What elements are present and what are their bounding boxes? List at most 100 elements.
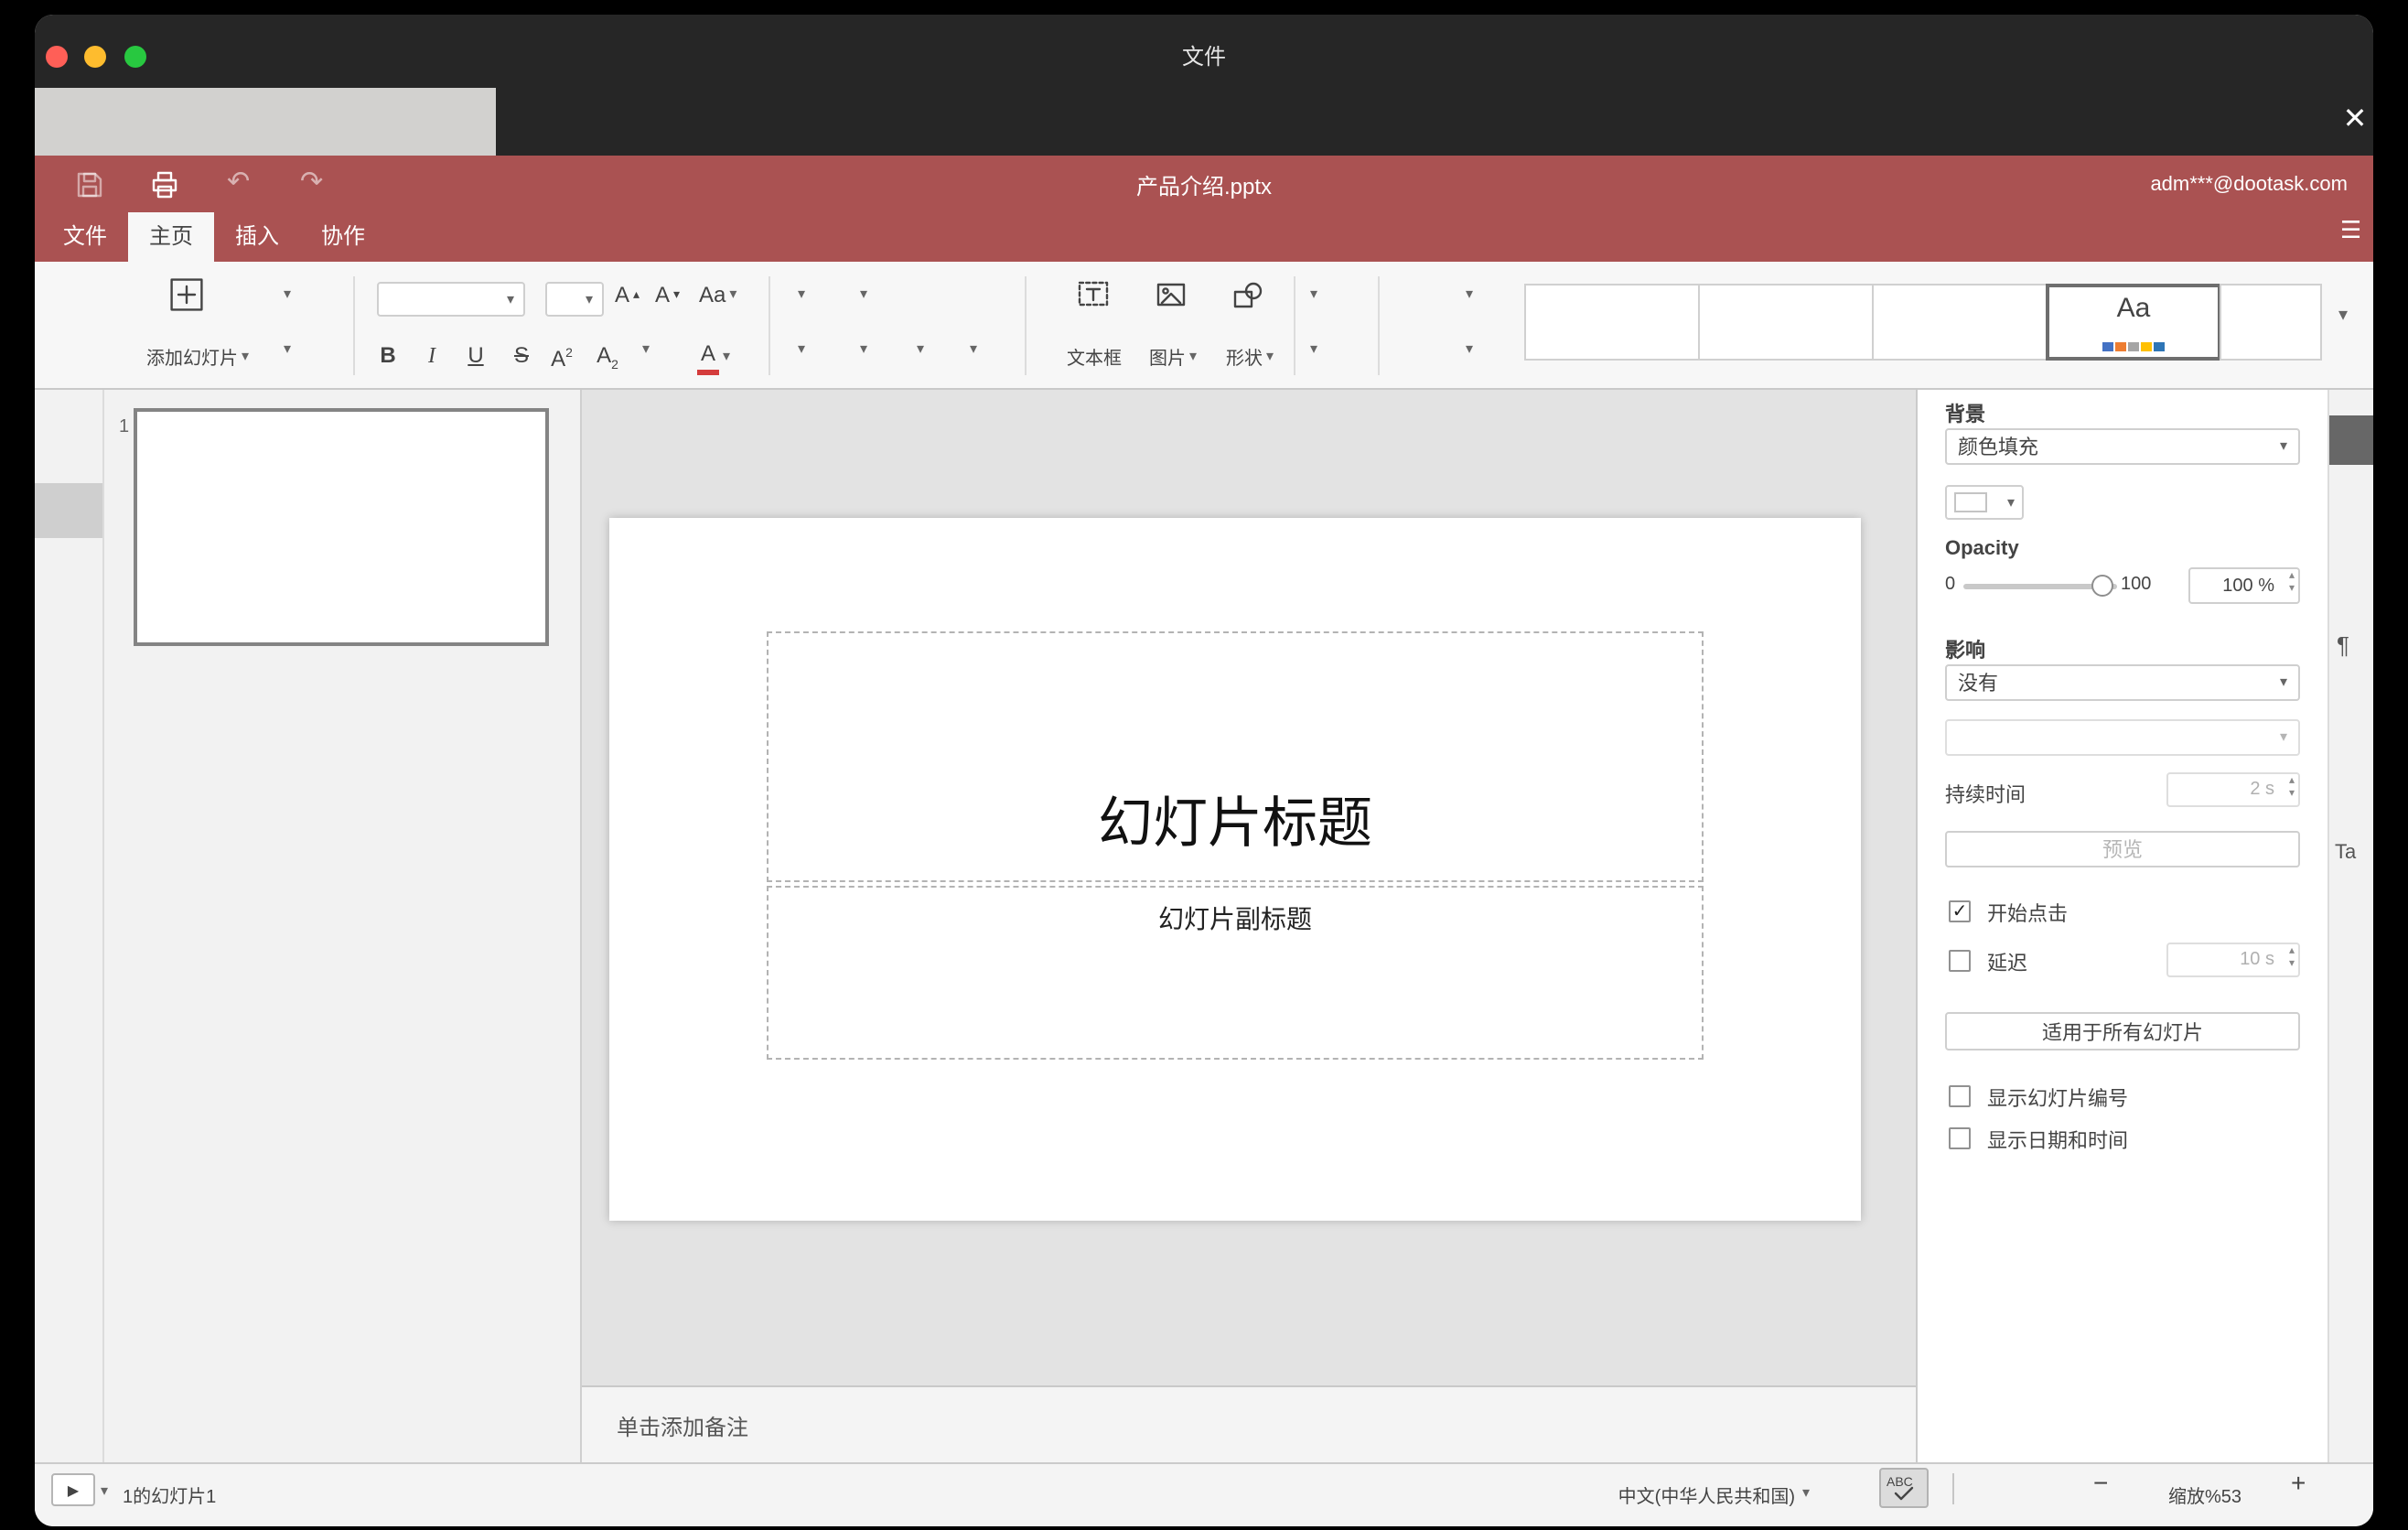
opacity-min-label: 0	[1945, 575, 1956, 595]
slide-thumbnail[interactable]	[134, 408, 549, 646]
color-swatch	[1954, 492, 1987, 512]
theme-color-swatch	[2153, 342, 2164, 351]
tab-collaboration[interactable]: 协作	[300, 212, 386, 262]
delay-checkbox[interactable]	[1949, 950, 1971, 972]
tab-insert[interactable]: 插入	[214, 212, 300, 262]
background-label: 背景	[1945, 404, 1985, 426]
tab-home[interactable]: 主页	[128, 212, 214, 262]
theme-preview[interactable]	[1872, 284, 2048, 361]
spinner-down-icon[interactable]: ▾	[2289, 959, 2295, 972]
opacity-slider-knob[interactable]	[2091, 575, 2113, 597]
font-color-button[interactable]: A ▾	[697, 337, 730, 375]
chevron-down-icon: ▾	[642, 340, 650, 357]
add-slide-button[interactable]	[168, 276, 205, 313]
chevron-down-icon: ▾	[1310, 340, 1318, 357]
columns-button[interactable]: ▾	[966, 337, 977, 362]
chevron-down-icon: ▾	[1466, 286, 1474, 302]
shape-label[interactable]: 形状 ▾	[1209, 342, 1290, 370]
effect-select[interactable]: 没有 ▾	[1945, 664, 2300, 701]
start-preview-button[interactable]: ▶	[51, 1473, 95, 1506]
opacity-max-label: 100	[2121, 575, 2152, 595]
effect-option-select[interactable]: ▾	[1945, 719, 2300, 756]
subscript-button[interactable]: A2	[589, 337, 626, 373]
numbering-button[interactable]: 12▾	[856, 282, 867, 307]
subtitle-placeholder[interactable]: 幻灯片副标题	[767, 886, 1704, 1060]
bullets-button[interactable]: ▾	[794, 282, 805, 307]
toolbar-separator	[1378, 276, 1380, 375]
delay-spinner[interactable]: 10 s ▴ ▾	[2166, 943, 2300, 977]
shape-button[interactable]	[1231, 278, 1264, 311]
preview-options-chevron[interactable]: ▾	[101, 1479, 108, 1504]
textbox-icon	[1078, 281, 1109, 307]
chevron-down-icon: ▾	[284, 340, 292, 357]
apply-to-all-slides-button[interactable]: 适用于所有幻灯片	[1945, 1012, 2300, 1051]
background-color-picker[interactable]: ▾	[1945, 485, 2024, 520]
ribbon-tabs: 文件 主页 插入 协作	[42, 212, 386, 262]
app-window: 文件 ✕ ↶ ↷ 产品介绍.pptx adm***@dootask.com 文件…	[35, 15, 2373, 1526]
start-slideshow-button[interactable]: ▾	[280, 337, 291, 362]
spellcheck-toggle[interactable]: ABC	[1879, 1468, 1929, 1508]
spinner-down-icon[interactable]: ▾	[2289, 789, 2295, 802]
opacity-spinner[interactable]: 100 % ▴ ▾	[2188, 567, 2300, 604]
bold-button[interactable]: B	[371, 337, 404, 373]
image-icon	[1156, 283, 1186, 307]
theme-preview[interactable]	[2220, 284, 2322, 361]
zoom-in-button[interactable]: +	[2291, 1468, 2306, 1497]
paragraph-settings-tab[interactable]: ¶	[2337, 631, 2349, 659]
toolbar-separator	[1294, 276, 1295, 375]
show-date-time-checkbox[interactable]	[1949, 1127, 1971, 1149]
font-size-combo[interactable]: ▾	[545, 282, 604, 317]
highlight-color-button[interactable]: ▾	[639, 337, 650, 362]
align-objects-button[interactable]: ▾	[1306, 337, 1317, 362]
slide-size-button[interactable]: ▾	[1462, 337, 1473, 362]
strikethrough-button[interactable]: S	[505, 337, 538, 373]
textbox-button[interactable]	[1076, 276, 1111, 311]
duration-label: 持续时间	[1945, 785, 2026, 807]
start-on-click-checkbox[interactable]: ✓	[1949, 900, 1971, 922]
add-slide-label[interactable]: 添加幻灯片 ▾	[134, 342, 262, 370]
text-art-settings-tab[interactable]: Ta	[2335, 842, 2356, 864]
slide-layout-button[interactable]: ▾	[280, 282, 291, 307]
slide-fill-button[interactable]: ▾	[1462, 282, 1473, 307]
account-email: adm***@dootask.com	[2150, 174, 2348, 196]
theme-preview[interactable]	[1524, 284, 1700, 361]
line-spacing-button[interactable]: ▾	[913, 337, 924, 362]
change-case-button[interactable]: Aa ▾	[699, 282, 736, 307]
textbox-label[interactable]: 文本框	[1050, 342, 1138, 370]
spinner-up-icon[interactable]: ▴	[2289, 776, 2295, 789]
horizontal-align-button[interactable]: ▾	[794, 337, 805, 362]
image-button[interactable]	[1155, 278, 1188, 311]
decrease-font-button[interactable]: A ▾	[655, 282, 680, 307]
zoom-out-button[interactable]: −	[2093, 1468, 2108, 1497]
spinner-up-icon[interactable]: ▴	[2289, 946, 2295, 959]
tab-file[interactable]: 文件	[42, 212, 128, 262]
effect-label: 影响	[1945, 641, 1985, 663]
vertical-align-button[interactable]: ▾	[856, 337, 867, 362]
image-label[interactable]: 图片 ▾	[1133, 342, 1213, 370]
document-title[interactable]: 产品介绍.pptx	[35, 170, 2373, 201]
superscript-button[interactable]: A2	[543, 337, 580, 373]
chevron-down-icon: ▾	[2279, 728, 2287, 745]
menu-hamburger-icon[interactable]: ☰	[2340, 216, 2361, 245]
title-placeholder[interactable]: 幻灯片标题	[767, 631, 1704, 882]
spinner-up-icon[interactable]: ▴	[2289, 571, 2295, 584]
preview-button[interactable]: 预览	[1945, 831, 2300, 867]
background-fill-select[interactable]: 颜色填充 ▾	[1945, 428, 2300, 465]
theme-preview[interactable]	[1698, 284, 1874, 361]
theme-preview-selected[interactable]: Aa	[2046, 284, 2221, 361]
close-overlay-icon[interactable]: ✕	[2337, 102, 2373, 139]
italic-button[interactable]: I	[415, 337, 448, 373]
notes-area[interactable]: 单击添加备注	[582, 1385, 1916, 1462]
show-slide-number-checkbox[interactable]	[1949, 1085, 1971, 1107]
font-name-combo[interactable]: ▾	[377, 282, 525, 317]
duration-spinner[interactable]: 2 s ▴ ▾	[2166, 772, 2300, 807]
underline-button[interactable]: U	[459, 337, 492, 373]
chevron-down-icon: ▾	[506, 290, 514, 307]
theme-gallery-expand-button[interactable]: ▾	[2338, 304, 2348, 329]
text-art-icon: Ta	[2335, 842, 2357, 864]
slide[interactable]: 幻灯片标题 幻灯片副标题	[609, 518, 1861, 1221]
language-selector[interactable]: 中文(中华人民共和国)	[1572, 1481, 1795, 1508]
increase-font-button[interactable]: A ▴	[615, 282, 640, 307]
spinner-down-icon[interactable]: ▾	[2289, 584, 2295, 597]
arrange-button[interactable]: ▾	[1306, 282, 1317, 307]
